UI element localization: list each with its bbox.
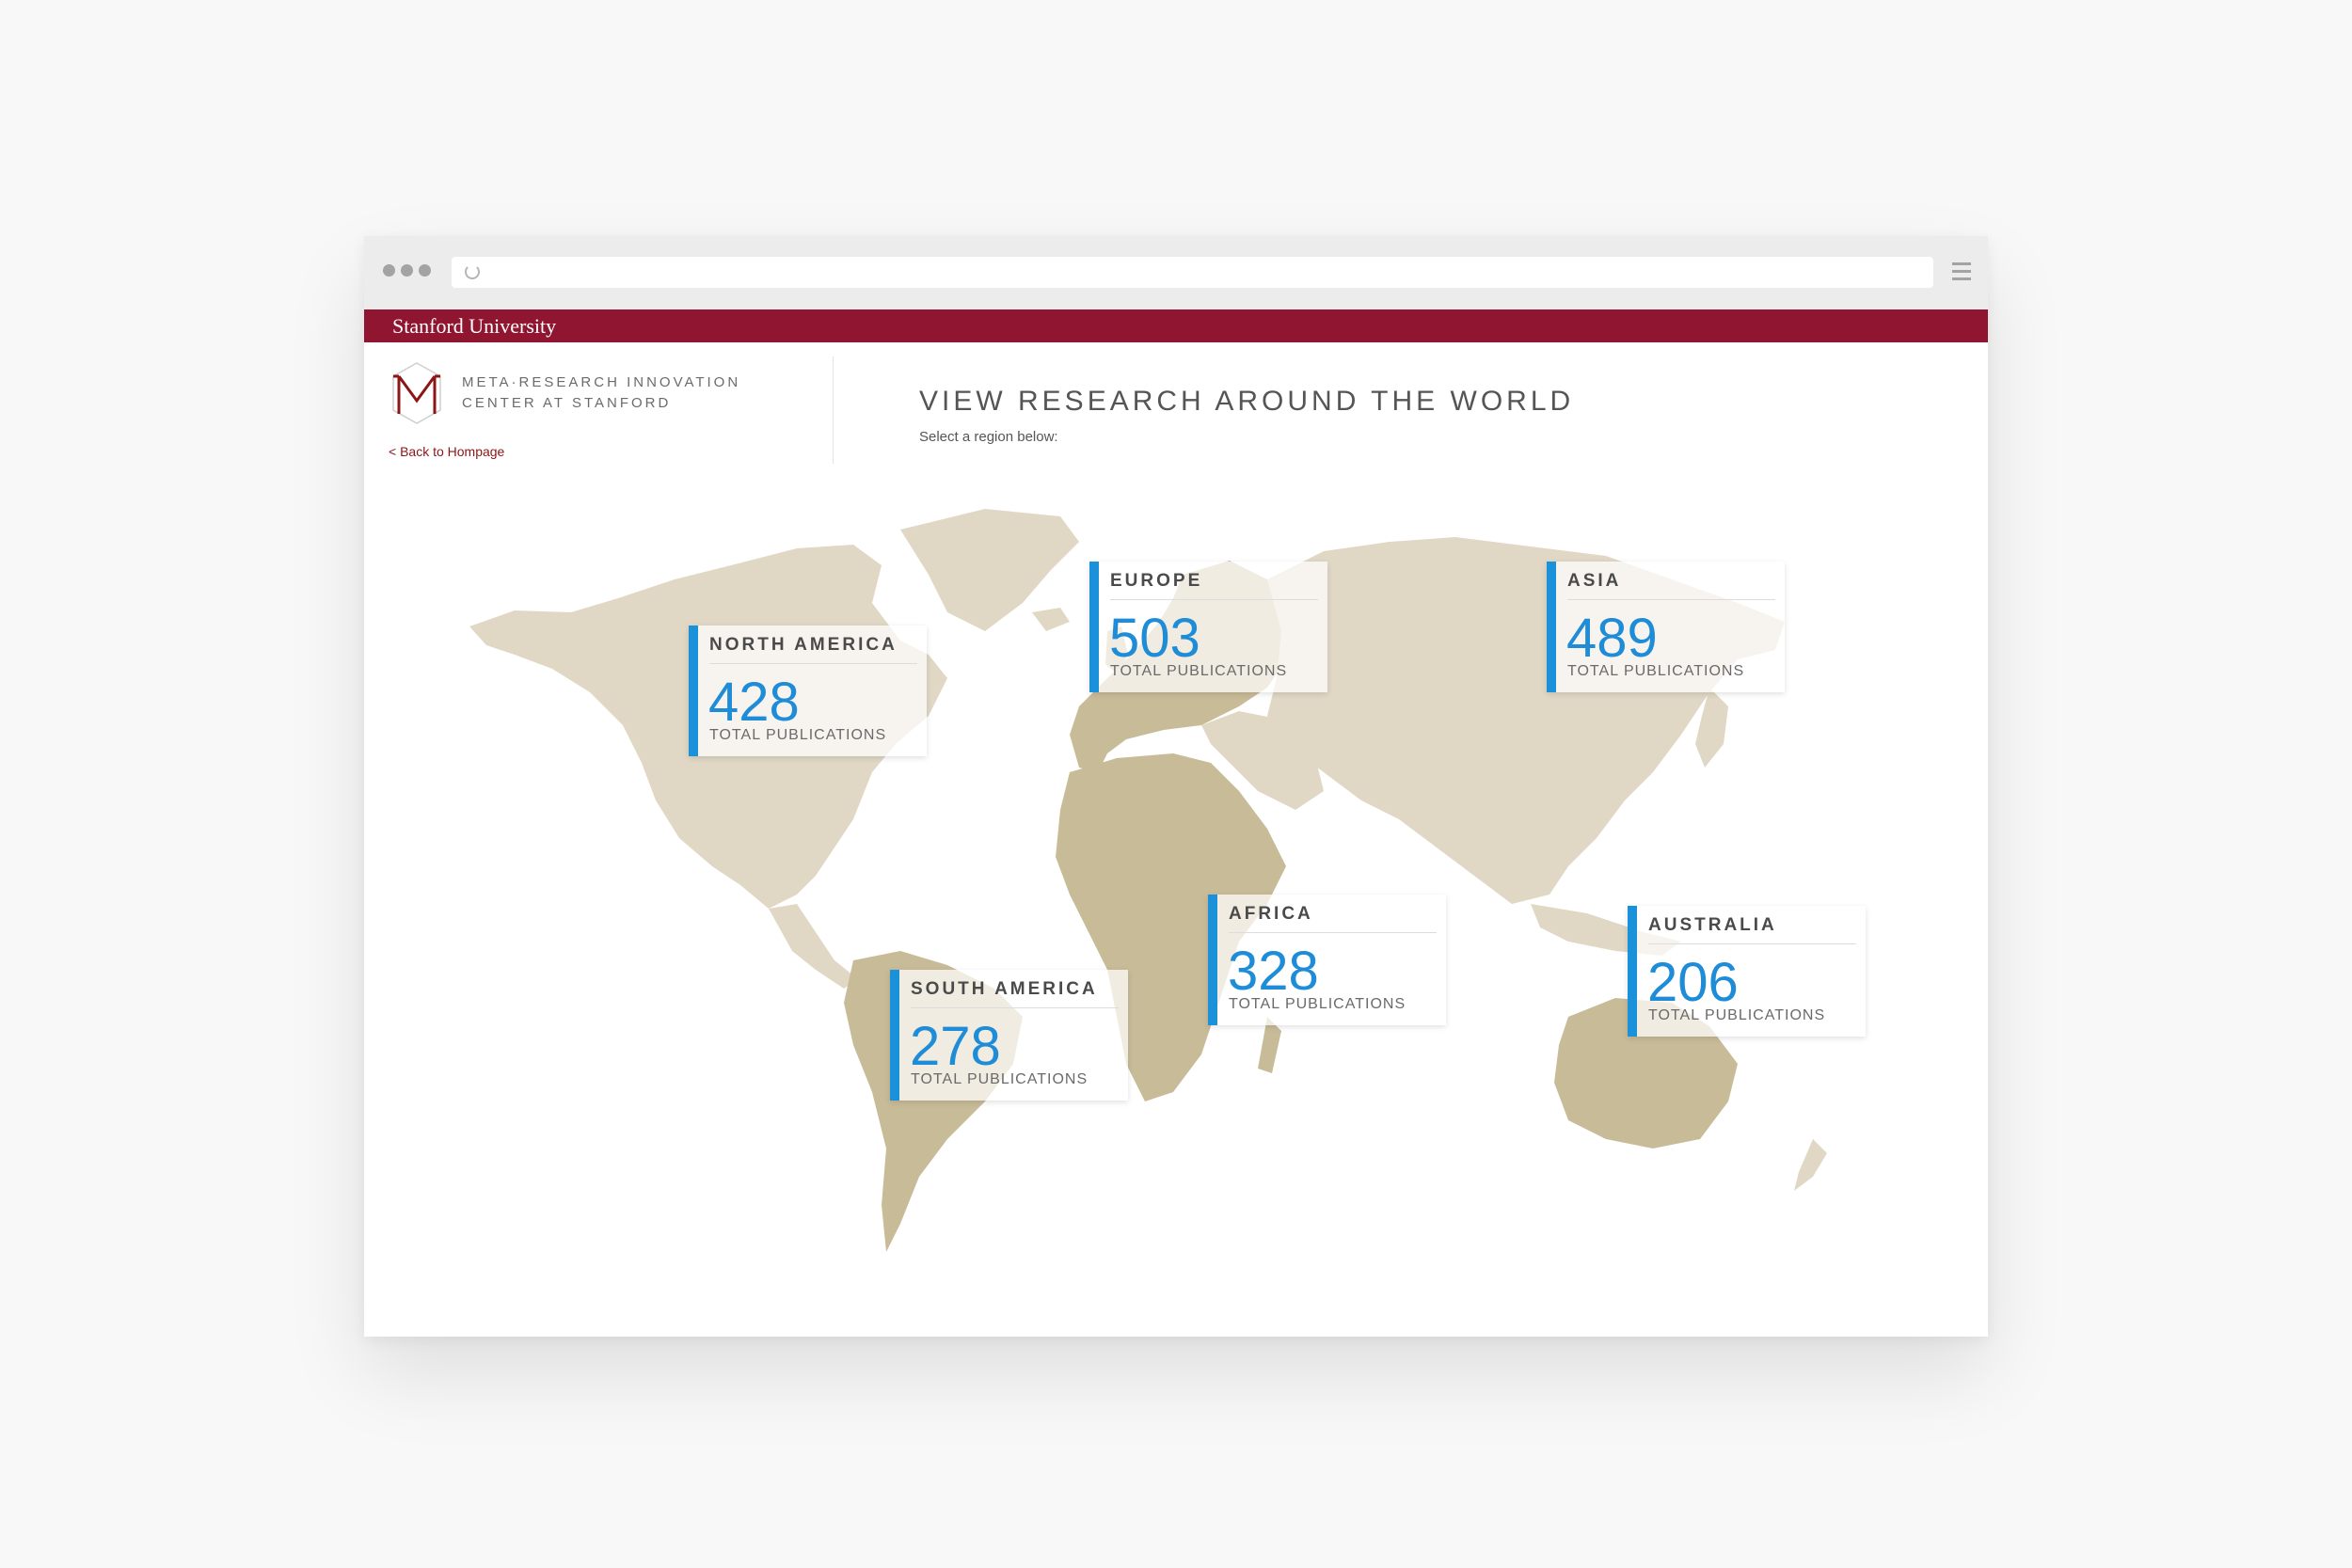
map-iceland	[1032, 608, 1070, 631]
publication-count: 328	[1228, 941, 1319, 1002]
publication-count: 503	[1109, 608, 1200, 669]
map-madagascar	[1258, 1017, 1281, 1073]
publication-label: TOTAL PUBLICATIONS	[911, 1071, 1089, 1087]
publication-label: TOTAL PUBLICATIONS	[1648, 1007, 1826, 1023]
menu-icon[interactable]	[1952, 262, 1971, 285]
browser-chrome	[364, 236, 1988, 309]
region-name: EUROPE	[1110, 571, 1318, 600]
center-name: META·RESEARCH INNOVATION CENTER AT STANF…	[462, 372, 740, 414]
publication-label: TOTAL PUBLICATIONS	[1110, 663, 1288, 679]
region-card-australia[interactable]: AUSTRALIA 206 TOTAL PUBLICATIONS	[1628, 906, 1866, 1037]
browser-window: Stanford University META·RESEARCH INNOVA…	[364, 236, 1988, 1337]
region-card-south-america[interactable]: SOUTH AMERICA 278 TOTAL PUBLICATIONS	[890, 970, 1128, 1101]
map-new-zealand	[1794, 1139, 1827, 1191]
publication-count: 206	[1647, 952, 1739, 1013]
window-controls[interactable]	[383, 264, 431, 277]
region-name: SOUTH AMERICA	[911, 979, 1119, 1008]
center-name-line2: CENTER AT STANFORD	[462, 395, 672, 411]
publication-label: TOTAL PUBLICATIONS	[1567, 663, 1745, 679]
header-divider	[833, 356, 834, 464]
window-dot[interactable]	[419, 264, 431, 277]
publication-count: 489	[1566, 608, 1658, 669]
university-band: Stanford University	[364, 309, 1988, 342]
map-central-america	[769, 904, 858, 989]
region-name: NORTH AMERICA	[709, 635, 917, 664]
page-subtitle: Select a region below:	[919, 429, 1058, 445]
region-card-north-america[interactable]: NORTH AMERICA 428 TOTAL PUBLICATIONS	[689, 626, 927, 756]
region-card-africa[interactable]: AFRICA 328 TOTAL PUBLICATIONS	[1208, 895, 1446, 1025]
back-to-homepage-link[interactable]: < Back to Hompage	[389, 444, 504, 459]
publication-label: TOTAL PUBLICATIONS	[1229, 996, 1406, 1012]
publication-count: 428	[708, 672, 800, 733]
region-name: ASIA	[1567, 571, 1775, 600]
reload-icon[interactable]	[465, 264, 480, 279]
region-card-asia[interactable]: ASIA 489 TOTAL PUBLICATIONS	[1547, 562, 1785, 692]
center-name-line1: META·RESEARCH INNOVATION	[462, 374, 741, 390]
publication-label: TOTAL PUBLICATIONS	[709, 727, 887, 743]
center-logo-icon[interactable]	[391, 361, 442, 425]
region-name: AUSTRALIA	[1648, 915, 1856, 944]
region-card-europe[interactable]: EUROPE 503 TOTAL PUBLICATIONS	[1089, 562, 1327, 692]
page-title: VIEW RESEARCH AROUND THE WORLD	[919, 386, 1575, 417]
address-bar[interactable]	[452, 257, 1933, 288]
university-name[interactable]: Stanford University	[392, 314, 556, 339]
window-dot[interactable]	[401, 264, 413, 277]
publication-count: 278	[910, 1016, 1001, 1077]
region-name: AFRICA	[1229, 904, 1437, 933]
window-dot[interactable]	[383, 264, 395, 277]
